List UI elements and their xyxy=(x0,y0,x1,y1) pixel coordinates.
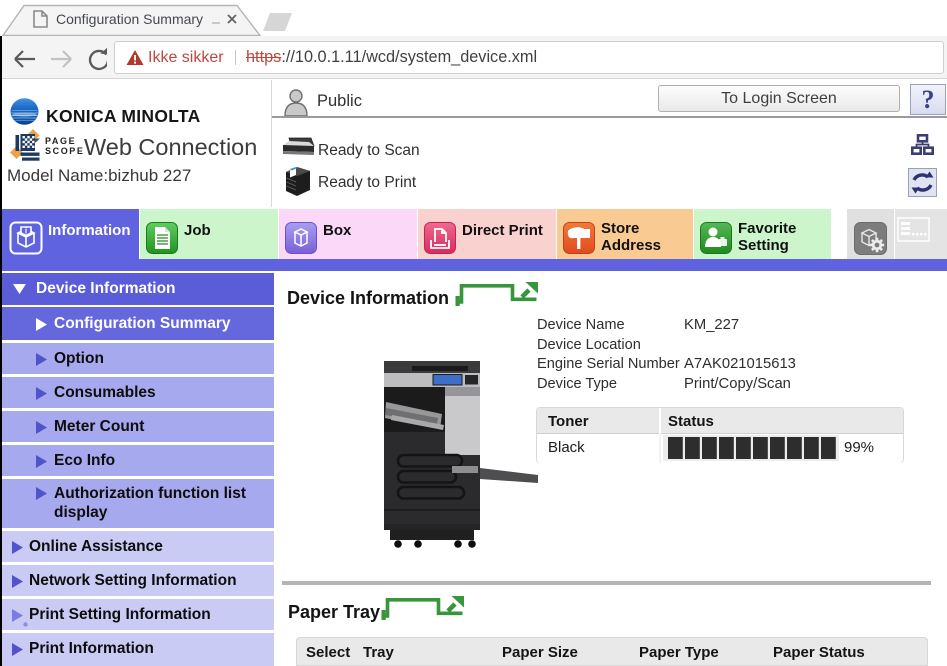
svg-text:i: i xyxy=(25,227,27,236)
